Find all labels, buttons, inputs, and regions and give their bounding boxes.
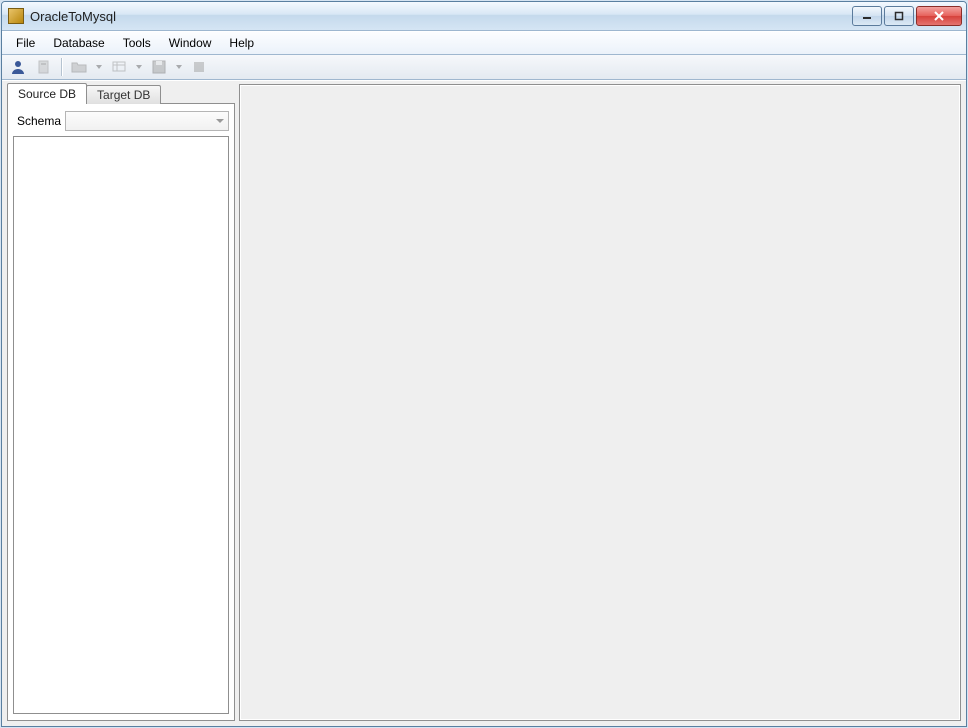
- toolbar-connect-button[interactable]: [6, 56, 30, 78]
- schema-list[interactable]: [13, 136, 229, 714]
- toolbar-open-button[interactable]: [67, 56, 91, 78]
- toolbar-query-button[interactable]: [107, 56, 131, 78]
- db-tabs: Source DB Target DB: [7, 84, 235, 104]
- toolbar-separator: [61, 58, 62, 76]
- schema-combobox[interactable]: [65, 111, 229, 131]
- tab-source-db[interactable]: Source DB: [7, 83, 87, 104]
- tab-label: Target DB: [97, 88, 150, 102]
- menubar: File Database Tools Window Help: [2, 31, 966, 55]
- run-icon: [192, 60, 206, 74]
- left-panel: Source DB Target DB Schema: [7, 84, 235, 721]
- window-controls: [852, 6, 962, 26]
- toolbar-query-dropdown[interactable]: [133, 56, 145, 78]
- tab-body: Schema: [7, 103, 235, 721]
- menu-database[interactable]: Database: [45, 34, 112, 52]
- query-icon: [111, 59, 127, 75]
- toolbar-wizard-button[interactable]: [32, 56, 56, 78]
- save-icon: [151, 59, 167, 75]
- tab-label: Source DB: [18, 87, 76, 101]
- toolbar-save-dropdown[interactable]: [173, 56, 185, 78]
- close-button[interactable]: [916, 6, 962, 26]
- schema-row: Schema: [13, 110, 229, 132]
- schema-label: Schema: [13, 114, 61, 128]
- folder-icon: [71, 59, 87, 75]
- main-panel: [239, 84, 961, 721]
- wizard-icon: [36, 59, 52, 75]
- close-icon: [934, 11, 944, 21]
- minimize-icon: [862, 11, 872, 21]
- chevron-down-icon: [216, 119, 224, 123]
- toolbar-run-button[interactable]: [187, 56, 211, 78]
- menu-help[interactable]: Help: [221, 34, 262, 52]
- app-window: OracleToMysql File Database Tools Window…: [1, 1, 967, 727]
- tab-target-db[interactable]: Target DB: [86, 85, 161, 104]
- minimize-button[interactable]: [852, 6, 882, 26]
- window-title: OracleToMysql: [30, 9, 116, 24]
- toolbar: [2, 55, 966, 80]
- titlebar: OracleToMysql: [2, 2, 966, 31]
- maximize-icon: [894, 11, 904, 21]
- maximize-button[interactable]: [884, 6, 914, 26]
- toolbar-open-dropdown[interactable]: [93, 56, 105, 78]
- toolbar-save-button[interactable]: [147, 56, 171, 78]
- menu-window[interactable]: Window: [161, 34, 220, 52]
- user-icon: [10, 59, 26, 75]
- menu-tools[interactable]: Tools: [115, 34, 159, 52]
- app-icon: [8, 8, 24, 24]
- menu-file[interactable]: File: [8, 34, 43, 52]
- client-area: Source DB Target DB Schema: [2, 80, 966, 726]
